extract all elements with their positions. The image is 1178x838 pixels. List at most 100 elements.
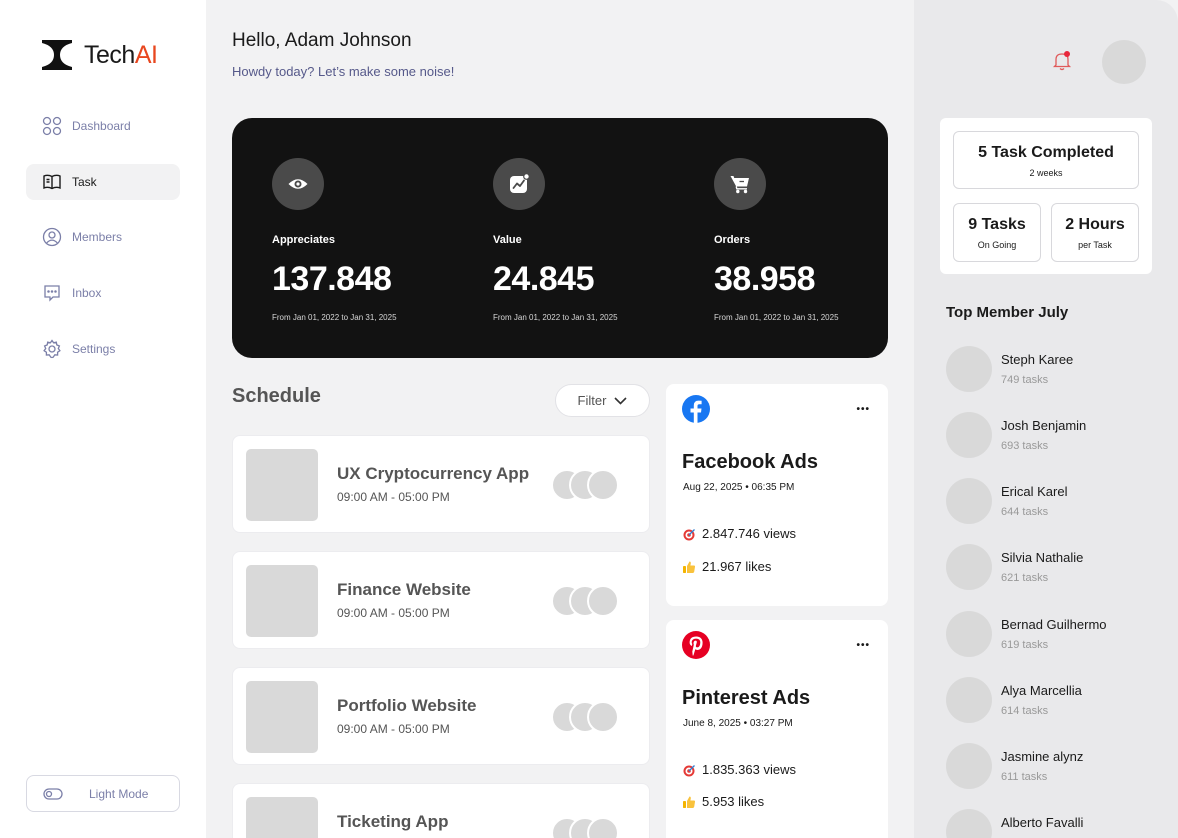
avatar (946, 611, 992, 657)
member-tasks: 621 tasks (1001, 572, 1049, 584)
schedule-item[interactable]: Finance Website 09:00 AM - 05:00 PM (232, 551, 650, 649)
avatar (946, 743, 992, 789)
sidebar-item-label: Inbox (72, 286, 102, 300)
stat-range: From Jan 01, 2022 to Jan 31, 2025 (493, 313, 618, 322)
member-item[interactable]: Josh Benjamin 693 tasks (946, 412, 1146, 458)
member-name: Bernad Guilhermo (1001, 617, 1107, 632)
grid-icon (42, 116, 62, 136)
ad-card-pinterest[interactable]: ••• Pinterest Ads June 8, 2025 • 03:27 P… (666, 620, 888, 838)
tasks-ongoing: 9 Tasks On Going (953, 203, 1041, 262)
schedule-item-time: 09:00 AM - 05:00 PM (337, 490, 450, 504)
book-icon (43, 174, 61, 190)
ad-title: Pinterest Ads (682, 687, 811, 709)
member-item[interactable]: Alberto Favalli (946, 809, 1146, 838)
member-item[interactable]: Bernad Guilhermo 619 tasks (946, 611, 1146, 657)
member-item[interactable]: Erical Karel 644 tasks (946, 478, 1146, 524)
sidebar-item-task[interactable]: Task (26, 164, 180, 200)
sidebar-item-settings[interactable]: Settings (26, 331, 180, 367)
techai-logo-icon (42, 40, 72, 70)
member-name: Erical Karel (1001, 484, 1068, 499)
ad-title: Facebook Ads (682, 451, 818, 473)
sidebar-item-members[interactable]: Members (26, 219, 180, 255)
more-options-icon[interactable]: ••• (856, 404, 870, 415)
avatar[interactable] (1102, 40, 1146, 84)
avatar (946, 809, 992, 838)
schedule-item-time: 09:00 AM - 05:00 PM (337, 722, 450, 736)
user-circle-icon (42, 227, 62, 247)
ad-views-value: 1.835.363 views (702, 762, 796, 777)
member-tasks: 693 tasks (1001, 440, 1049, 452)
thumbs-up-icon (683, 561, 696, 573)
ad-likes: 5.953 likes (682, 794, 764, 809)
schedule-thumbnail (246, 449, 318, 521)
member-tasks: 644 tasks (1001, 506, 1049, 518)
schedule-thumbnail (246, 681, 318, 753)
member-name: Josh Benjamin (1001, 418, 1087, 433)
light-mode-label: Light Mode (89, 786, 149, 801)
schedule-title: Schedule (232, 385, 321, 407)
tasks-completed: 5 Task Completed 2 weeks (953, 131, 1139, 189)
schedule-item[interactable]: Portfolio Website 09:00 AM - 05:00 PM (232, 667, 650, 765)
schedule-item-title: Finance Website (337, 580, 471, 599)
ad-likes-value: 21.967 likes (702, 559, 772, 574)
schedule-item-time: 09:00 AM - 05:00 PM (337, 606, 450, 620)
facebook-icon (682, 395, 710, 423)
stat-value-card[interactable]: Value 24.845 From Jan 01, 2022 to Jan 31… (493, 158, 693, 322)
ad-views: 2.847.746 views (682, 526, 796, 541)
stat-label: Orders (714, 234, 751, 246)
gear-icon (43, 339, 61, 359)
stat-value: 137.848 (272, 260, 392, 298)
stat-label: Appreciates (272, 234, 335, 246)
sidebar-item-dashboard[interactable]: Dashboard (26, 108, 180, 144)
more-options-icon[interactable]: ••• (856, 640, 870, 651)
schedule-item-title: Portfolio Website (337, 696, 477, 715)
light-mode-toggle[interactable]: Light Mode (26, 775, 180, 812)
member-item[interactable]: Alya Marcellia 614 tasks (946, 677, 1146, 723)
member-tasks: 614 tasks (1001, 705, 1049, 717)
member-item[interactable]: Jasmine alynz 611 tasks (946, 743, 1146, 789)
sidebar-item-inbox[interactable]: Inbox (26, 275, 180, 311)
avatar-group (551, 585, 623, 617)
stat-value: 24.845 (493, 260, 595, 298)
sidebar-item-label: Members (72, 230, 123, 244)
filter-button[interactable]: Filter (555, 384, 650, 417)
schedule-thumbnail (246, 797, 318, 838)
bell-icon[interactable] (1052, 50, 1072, 72)
member-tasks: 611 tasks (1001, 771, 1048, 783)
member-tasks: 749 tasks (1001, 374, 1049, 386)
sidebar-item-label: Dashboard (72, 119, 131, 133)
avatar (946, 346, 992, 392)
stat-range: From Jan 01, 2022 to Jan 31, 2025 (272, 313, 397, 322)
ad-views-value: 2.847.746 views (702, 526, 796, 541)
tasks-completed-value: 5 Task Completed (978, 144, 1114, 161)
schedule-item[interactable]: Ticketing App (232, 783, 650, 838)
avatar-group (551, 701, 623, 733)
ad-date: June 8, 2025 • 03:27 PM (683, 718, 793, 729)
avatar (946, 478, 992, 524)
ad-card-facebook[interactable]: ••• Facebook Ads Aug 22, 2025 • 06:35 PM… (666, 384, 888, 606)
member-item[interactable]: Silvia Nathalie 621 tasks (946, 544, 1146, 590)
tasks-ongoing-value: 9 Tasks (968, 216, 1026, 233)
avatar (946, 677, 992, 723)
member-name: Alberto Favalli (1001, 815, 1084, 830)
stat-value: 38.958 (714, 260, 816, 298)
stat-orders[interactable]: Orders 38.958 From Jan 01, 2022 to Jan 3… (714, 158, 914, 322)
logo[interactable]: TechAI (40, 38, 158, 72)
stat-appreciates[interactable]: Appreciates 137.848 From Jan 01, 2022 to… (272, 158, 472, 322)
chat-icon (44, 285, 60, 302)
avatar (946, 412, 992, 458)
chevron-down-icon (614, 396, 628, 405)
ad-date: Aug 22, 2025 • 06:35 PM (683, 482, 795, 493)
member-item[interactable]: Steph Karee 749 tasks (946, 346, 1146, 392)
hours-per-task-sub: per Task (1078, 240, 1112, 250)
brand-name: TechAI (84, 40, 158, 69)
target-icon (683, 764, 695, 776)
schedule-item[interactable]: UX Cryptocurrency App 09:00 AM - 05:00 P… (232, 435, 650, 533)
stat-range: From Jan 01, 2022 to Jan 31, 2025 (714, 313, 839, 322)
page-title: Hello, Adam Johnson (232, 30, 412, 51)
member-name: Steph Karee (1001, 352, 1074, 367)
avatar (946, 544, 992, 590)
ad-views: 1.835.363 views (682, 762, 796, 777)
pinterest-icon (682, 631, 710, 659)
sidebar-item-label: Settings (72, 342, 116, 356)
